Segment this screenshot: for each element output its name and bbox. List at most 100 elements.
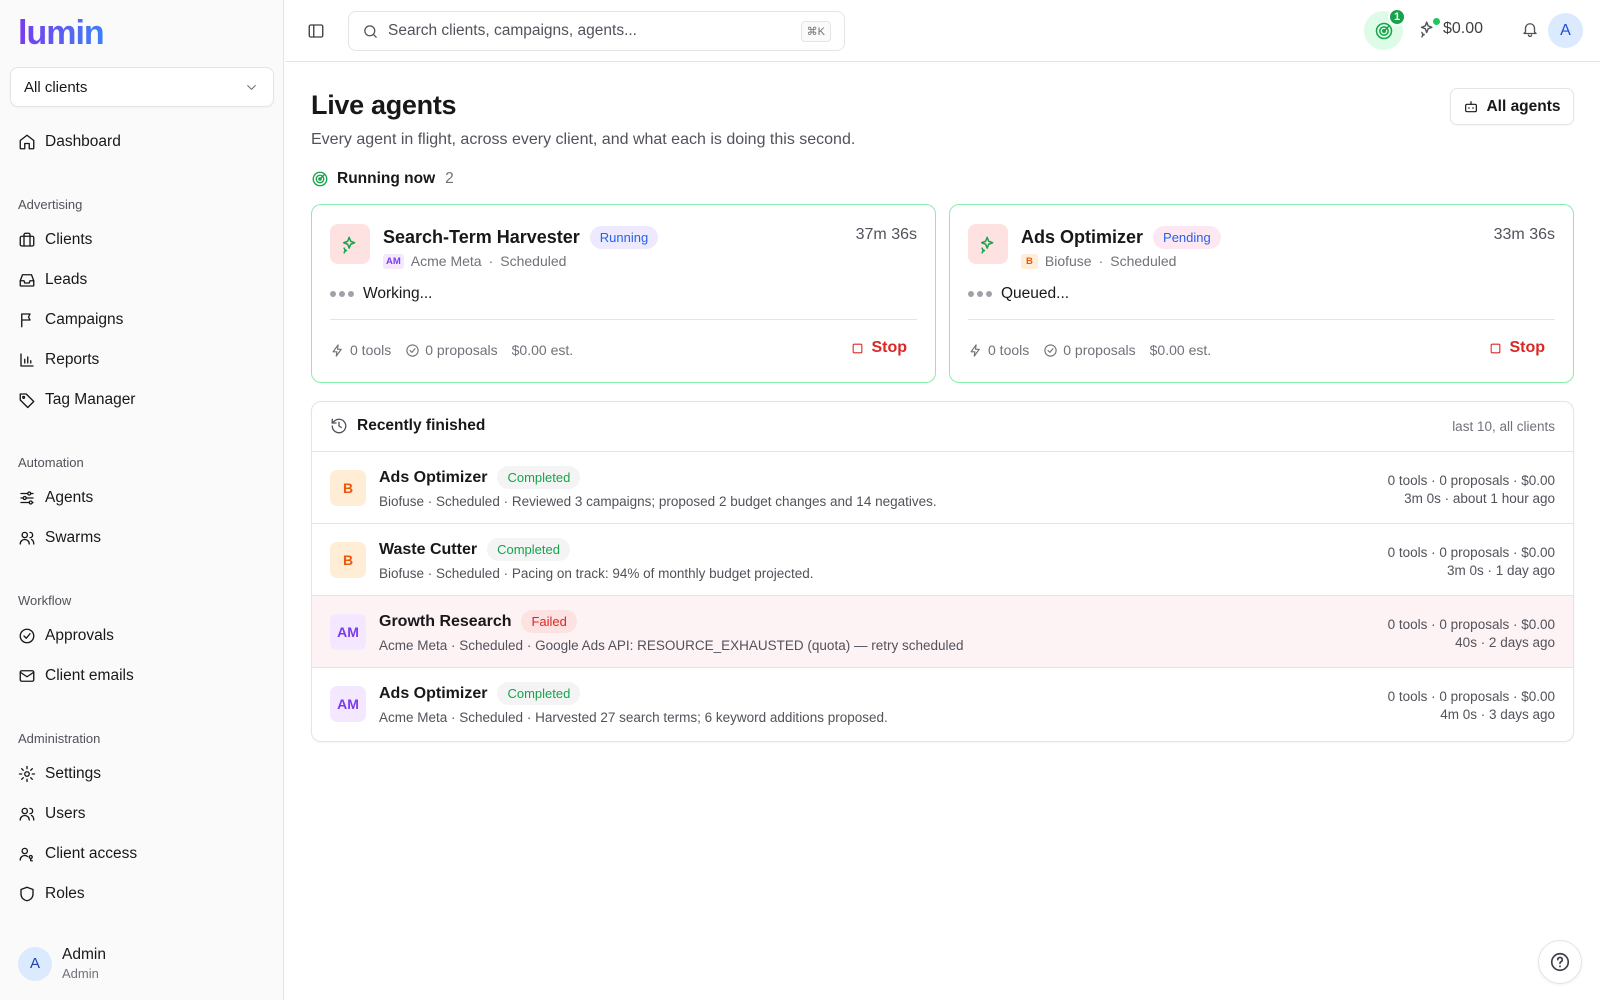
users-icon (18, 805, 36, 823)
client-avatar: AM (330, 686, 366, 722)
sidebar-item-users[interactable]: Users (18, 802, 85, 826)
sidebar-item-client-access[interactable]: Client access (18, 842, 137, 866)
client-avatar: AM (330, 614, 366, 650)
sidebar-item-leads[interactable]: Leads (18, 268, 87, 292)
briefcase-icon (18, 231, 36, 249)
proposals-stat: 0 proposals (1043, 342, 1136, 358)
user-name: Admin (62, 946, 106, 963)
tools-count: 0 tools (350, 342, 392, 358)
sidebar-item-roles[interactable]: Roles (18, 882, 85, 906)
sidebar-item-tag-manager[interactable]: Tag Manager (18, 388, 135, 412)
bolt-icon (330, 343, 345, 358)
list-item[interactable]: AM Ads Optimizer Completed Acme Meta · S… (312, 668, 1573, 738)
recently-finished-scope: last 10, all clients (1452, 419, 1555, 434)
run-stats: 0 tools · 0 proposals · $0.00 40s · 2 da… (1388, 616, 1555, 652)
inbox-icon (18, 271, 36, 289)
working-dots-icon (968, 291, 992, 297)
agent-state: Working... (330, 285, 433, 303)
status-badge: Running (589, 226, 659, 249)
sidebar-item-client-emails[interactable]: Client emails (18, 664, 134, 688)
agent-name-row: Ads Optimizer Pending (1021, 226, 1221, 249)
proposals-stat: 0 proposals (405, 342, 498, 358)
run-detail: Biofuse · Scheduled · Pacing on track: 9… (379, 566, 814, 581)
sidebar-toggle-icon[interactable] (307, 22, 325, 40)
client-name: Acme Meta (410, 253, 482, 269)
sparkles-icon (340, 234, 360, 254)
spend-indicator[interactable]: $0.00 (1418, 19, 1483, 38)
sidebar-item-label: Users (45, 805, 86, 822)
client-select[interactable]: All clients (10, 67, 274, 107)
recently-finished-header: Recently finished last 10, all clients (312, 402, 1573, 452)
sidebar-item-reports[interactable]: Reports (18, 348, 99, 372)
run-stats: 0 tools · 0 proposals · $0.00 4m 0s · 3 … (1388, 688, 1555, 724)
stop-button[interactable]: Stop (1489, 339, 1545, 357)
recently-finished-title: Recently finished (330, 417, 485, 435)
stop-button[interactable]: Stop (851, 339, 907, 357)
sidebar-item-dashboard[interactable]: Dashboard (18, 130, 121, 154)
tools-count: 0 tools (988, 342, 1030, 358)
recently-finished-label: Recently finished (357, 417, 486, 434)
sidebar-item-label: Settings (45, 765, 102, 782)
global-search[interactable]: ⌘K (348, 11, 845, 51)
user-avatar[interactable]: A (1548, 13, 1583, 48)
run-counts: 0 tools · 0 proposals · $0.00 (1387, 689, 1555, 704)
run-name-row: Growth Research Failed (379, 610, 577, 633)
run-counts: 0 tools · 0 proposals · $0.00 (1387, 473, 1555, 488)
sidebar-item-label: Roles (45, 885, 85, 902)
sidebar-item-approvals[interactable]: Approvals (18, 624, 114, 648)
recently-finished-panel: Recently finished last 10, all clients B… (311, 401, 1574, 742)
bell-icon[interactable] (1521, 20, 1539, 38)
check-circle-icon (1043, 343, 1058, 358)
list-item[interactable]: B Waste Cutter Completed Biofuse · Sched… (312, 524, 1573, 596)
list-item[interactable]: AM Growth Research Failed Acme Meta · Sc… (312, 596, 1573, 668)
radar-icon (311, 170, 329, 188)
stop-label: Stop (871, 339, 907, 356)
user-key-icon (18, 845, 36, 863)
running-now-header: Running now 2 (311, 170, 454, 188)
page-title: Live agents (311, 90, 457, 120)
run-detail: Acme Meta · Scheduled · Google Ads API: … (379, 638, 964, 653)
list-item[interactable]: B Ads Optimizer Completed Biofuse · Sche… (312, 452, 1573, 524)
sidebar-item-label: Client access (45, 845, 138, 862)
status-badge: Completed (487, 538, 570, 561)
run-timing: 4m 0s · 3 days ago (1440, 707, 1555, 722)
chevron-down-icon (244, 80, 259, 95)
cost-stat: $0.00 est. (511, 342, 574, 358)
status-badge: Failed (521, 610, 577, 633)
search-input[interactable] (388, 22, 778, 40)
gear-icon (18, 765, 36, 783)
agent-type-icon (330, 224, 370, 264)
elapsed-time: 33m 36s (1493, 226, 1555, 243)
help-button[interactable] (1538, 940, 1582, 984)
live-agent-card[interactable]: Search-Term Harvester Running AM Acme Me… (311, 204, 936, 383)
flag-icon (18, 311, 36, 329)
status-badge: Pending (1153, 226, 1221, 249)
sidebar-item-settings[interactable]: Settings (18, 762, 101, 786)
current-user[interactable]: A Admin Admin (18, 946, 106, 981)
client-badge: B (1021, 253, 1038, 269)
live-agent-card[interactable]: Ads Optimizer Pending B Biofuse · Schedu… (949, 204, 1574, 383)
run-counts: 0 tools · 0 proposals · $0.00 (1387, 545, 1555, 560)
sidebar-item-agents[interactable]: Agents (18, 486, 93, 510)
user-role: Admin (62, 966, 99, 981)
meta-separator: · (488, 253, 494, 269)
agent-name-row: Search-Term Harvester Running (383, 226, 659, 249)
app-logo[interactable]: lumin (18, 14, 105, 53)
sidebar-item-clients[interactable]: Clients (18, 228, 92, 252)
sidebar-item-campaigns[interactable]: Campaigns (18, 308, 123, 332)
check-circle-icon (405, 343, 420, 358)
sidebar-item-swarms[interactable]: Swarms (18, 526, 101, 550)
all-agents-button[interactable]: All agents (1450, 88, 1574, 125)
proposals-count: 0 proposals (425, 342, 498, 358)
sidebar-item-label: Swarms (45, 529, 101, 546)
proposals-count: 0 proposals (1063, 342, 1136, 358)
run-counts: 0 tools · 0 proposals · $0.00 (1387, 617, 1555, 632)
stop-label: Stop (1509, 339, 1545, 356)
trigger-type: Scheduled (500, 253, 567, 269)
top-bar: ⌘K 1 $0.00 A (285, 0, 1600, 62)
divider (330, 319, 917, 320)
all-agents-label: All agents (1486, 97, 1561, 115)
client-avatar: B (330, 542, 366, 578)
working-dots-icon (330, 291, 354, 297)
spend-live-dot (1433, 18, 1440, 25)
